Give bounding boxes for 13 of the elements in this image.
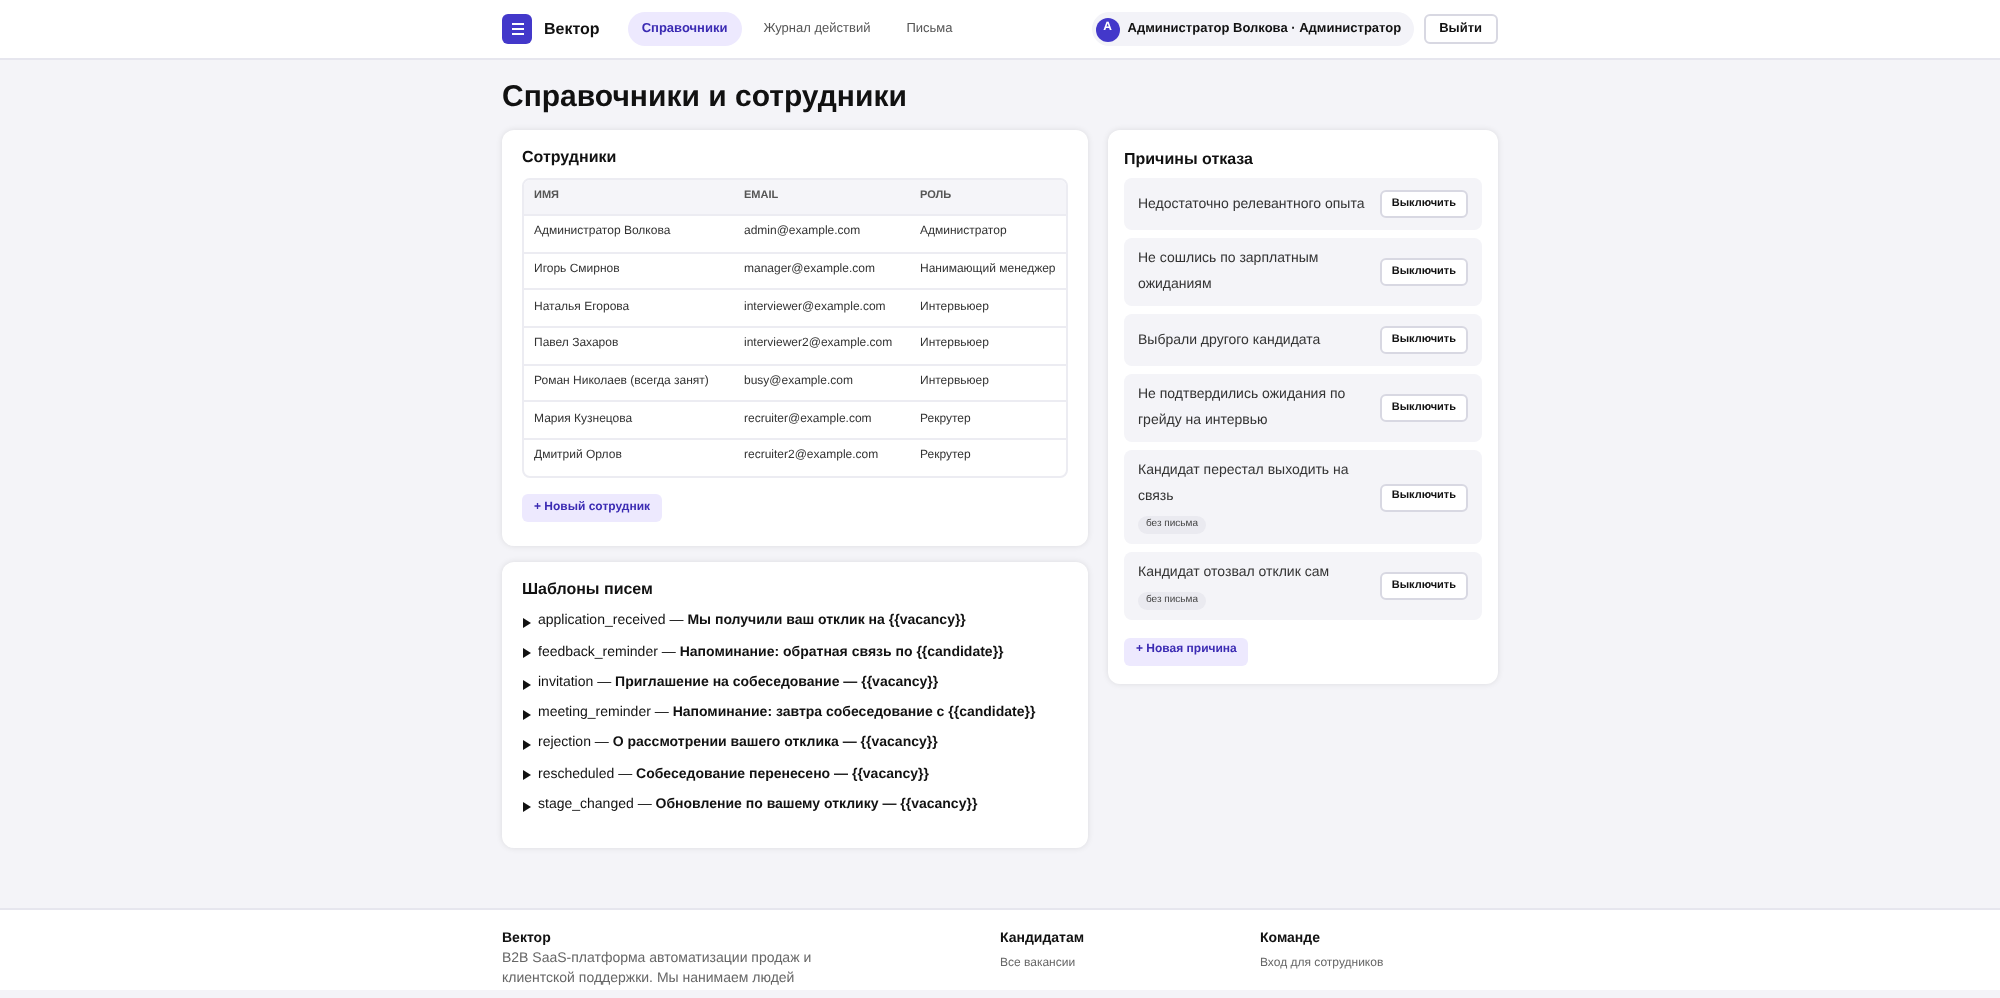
menu-icon[interactable] xyxy=(502,14,532,44)
disclosure-triangle-icon[interactable] xyxy=(522,801,532,812)
brand-name: Вектор xyxy=(544,17,600,41)
disclosure-triangle-icon[interactable] xyxy=(522,648,532,659)
card-title: Шаблоны писем xyxy=(522,577,655,602)
card-title: Причины отказа xyxy=(1124,148,1255,172)
disclosure-triangle-icon[interactable] xyxy=(522,617,532,628)
disclosure-triangle-icon[interactable] xyxy=(522,770,532,781)
disclosure-triangle-icon[interactable] xyxy=(522,740,532,751)
disclosure-triangle-icon[interactable] xyxy=(522,679,532,690)
card-title: Сотрудники xyxy=(522,146,619,170)
page-title: Справочники и сотрудники xyxy=(502,80,909,116)
disclosure-triangle-icon[interactable] xyxy=(522,709,532,720)
